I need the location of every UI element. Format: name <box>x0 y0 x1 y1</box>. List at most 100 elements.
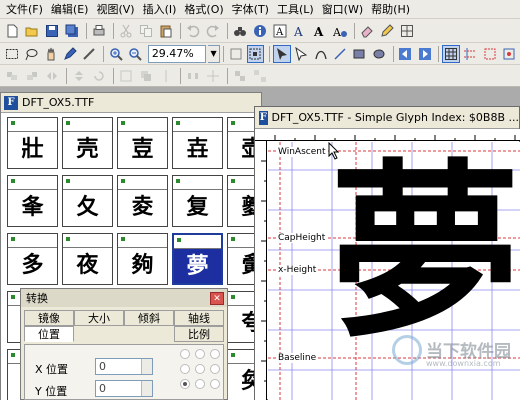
save-icon[interactable] <box>43 22 61 40</box>
tab-scale[interactable]: 比例 <box>174 326 224 342</box>
anchor-radio[interactable] <box>210 379 220 389</box>
glyph-cell[interactable]: 多 <box>7 233 58 285</box>
menu-help[interactable]: 帮助(H) <box>367 1 414 18</box>
tab-position[interactable]: 位置 <box>24 326 74 342</box>
align-left-icon[interactable] <box>3 67 21 85</box>
merge-icon[interactable] <box>137 67 155 85</box>
menu-format[interactable]: 格式(O) <box>180 1 227 18</box>
prev-glyph-icon[interactable] <box>397 45 414 63</box>
anchor-radio[interactable] <box>195 364 205 374</box>
eraser-icon[interactable] <box>358 22 376 40</box>
binoculars-icon[interactable] <box>231 22 249 40</box>
ungroup-icon[interactable] <box>251 67 269 85</box>
paste-icon[interactable] <box>157 22 175 40</box>
redo-icon[interactable] <box>204 22 222 40</box>
distribute-icon[interactable] <box>184 67 202 85</box>
vertical-ruler[interactable] <box>255 141 267 400</box>
split-icon[interactable] <box>157 67 175 85</box>
glyph-cell[interactable]: 复 <box>172 175 223 227</box>
glyph-cell[interactable]: 夜 <box>62 233 113 285</box>
font-icon[interactable]: A <box>291 22 309 40</box>
anchor-radio-selected[interactable] <box>180 379 190 389</box>
glyph-cell[interactable]: 夆 <box>7 175 58 227</box>
glyph-window-titlebar[interactable]: F DFT_OX5.TTF - Simple Glyph Index: $0B8… <box>255 107 519 129</box>
hand-icon[interactable] <box>42 45 59 63</box>
menu-view[interactable]: 视图(V) <box>92 1 138 18</box>
anchor-radio[interactable] <box>180 349 190 359</box>
undo-icon[interactable] <box>184 22 202 40</box>
tab-skew[interactable]: 倾斜 <box>124 310 174 326</box>
open-folder-icon[interactable] <box>23 22 41 40</box>
transform-dialog-titlebar[interactable]: 转换 ✕ <box>21 289 227 307</box>
glyph-icon[interactable]: A <box>271 22 289 40</box>
lasso-icon[interactable] <box>22 45 39 63</box>
horizontal-ruler[interactable] <box>255 129 520 141</box>
cut-icon[interactable] <box>117 22 135 40</box>
font-bold-icon[interactable]: A <box>311 22 329 40</box>
show-grid-icon[interactable] <box>442 44 460 63</box>
tab-axis[interactable]: 轴线 <box>174 310 224 326</box>
next-glyph-icon[interactable] <box>416 45 433 63</box>
grid-icon[interactable] <box>398 22 416 40</box>
anchor-radio[interactable] <box>210 349 220 359</box>
zoom-input[interactable]: 29.47% <box>147 44 206 63</box>
y-position-field[interactable]: 0 <box>95 380 153 397</box>
move-icon[interactable] <box>227 45 244 63</box>
anchor-radio[interactable] <box>210 364 220 374</box>
glyph-cell[interactable]: 夠 <box>117 233 168 285</box>
show-points-icon[interactable] <box>501 45 518 63</box>
glyph-cell-selected[interactable]: 夢 <box>172 233 223 285</box>
show-metrics-icon[interactable] <box>481 45 498 63</box>
x-position-field[interactable]: 0 <box>95 358 153 375</box>
pen-icon[interactable] <box>61 45 78 63</box>
glyph-cell[interactable]: 壳 <box>62 117 113 169</box>
select-rect-icon[interactable] <box>3 45 20 63</box>
align-right-icon[interactable] <box>23 67 41 85</box>
tab-size[interactable]: 大小 <box>74 310 124 326</box>
ellipse-icon[interactable] <box>370 45 387 63</box>
flip-v-icon[interactable] <box>70 67 88 85</box>
spinner-arrows-icon[interactable] <box>141 381 152 396</box>
save-all-icon[interactable] <box>63 22 81 40</box>
menu-file[interactable]: 文件(F) <box>2 1 47 18</box>
glyph-canvas[interactable]: 夢 WinAscent CapHeight x-Height Baseline <box>268 142 520 400</box>
glyph-cell[interactable]: 壴 <box>117 117 168 169</box>
line-icon[interactable] <box>331 45 348 63</box>
glyph-cell[interactable]: 夂 <box>62 175 113 227</box>
group-icon[interactable] <box>231 67 249 85</box>
glyph-cell[interactable]: 壵 <box>172 117 223 169</box>
menu-window[interactable]: 窗口(W) <box>318 1 367 18</box>
flip-h-icon[interactable] <box>43 67 61 85</box>
contour-icon[interactable] <box>117 67 135 85</box>
print-icon[interactable] <box>90 22 108 40</box>
rotate-icon[interactable] <box>90 67 108 85</box>
close-icon[interactable]: ✕ <box>210 291 224 305</box>
anchor-radio[interactable] <box>195 349 205 359</box>
edit-icon[interactable] <box>378 22 396 40</box>
zoom-out-icon[interactable] <box>126 45 143 63</box>
show-guides-icon[interactable] <box>462 45 479 63</box>
copy-icon[interactable] <box>137 22 155 40</box>
menu-insert[interactable]: 插入(I) <box>139 1 181 18</box>
new-file-icon[interactable] <box>3 22 21 40</box>
font-window-titlebar[interactable]: F DFT_OX5.TTF <box>1 93 261 113</box>
center-icon[interactable] <box>204 67 222 85</box>
menu-font[interactable]: 字体(T) <box>228 1 273 18</box>
rectangle-icon[interactable] <box>351 45 368 63</box>
menu-tools[interactable]: 工具(L) <box>273 1 318 18</box>
point-icon[interactable] <box>293 45 310 63</box>
glyph-outline[interactable]: 夢 <box>330 158 520 348</box>
knife-icon[interactable] <box>81 45 98 63</box>
spinner-arrows-icon[interactable] <box>141 359 152 374</box>
curve-icon[interactable] <box>312 45 329 63</box>
select-points-icon[interactable] <box>246 44 265 63</box>
font-info-icon[interactable]: A <box>331 22 349 40</box>
chevron-down-icon[interactable]: ▼ <box>207 44 221 63</box>
menu-edit[interactable]: 编辑(E) <box>47 1 93 18</box>
anchor-radio[interactable] <box>195 379 205 389</box>
zoom-in-icon[interactable] <box>107 45 124 63</box>
glyph-cell[interactable]: 夌 <box>117 175 168 227</box>
arrow-pointer-icon[interactable] <box>273 44 291 63</box>
anchor-radio[interactable] <box>180 364 190 374</box>
info-icon[interactable] <box>251 22 269 40</box>
